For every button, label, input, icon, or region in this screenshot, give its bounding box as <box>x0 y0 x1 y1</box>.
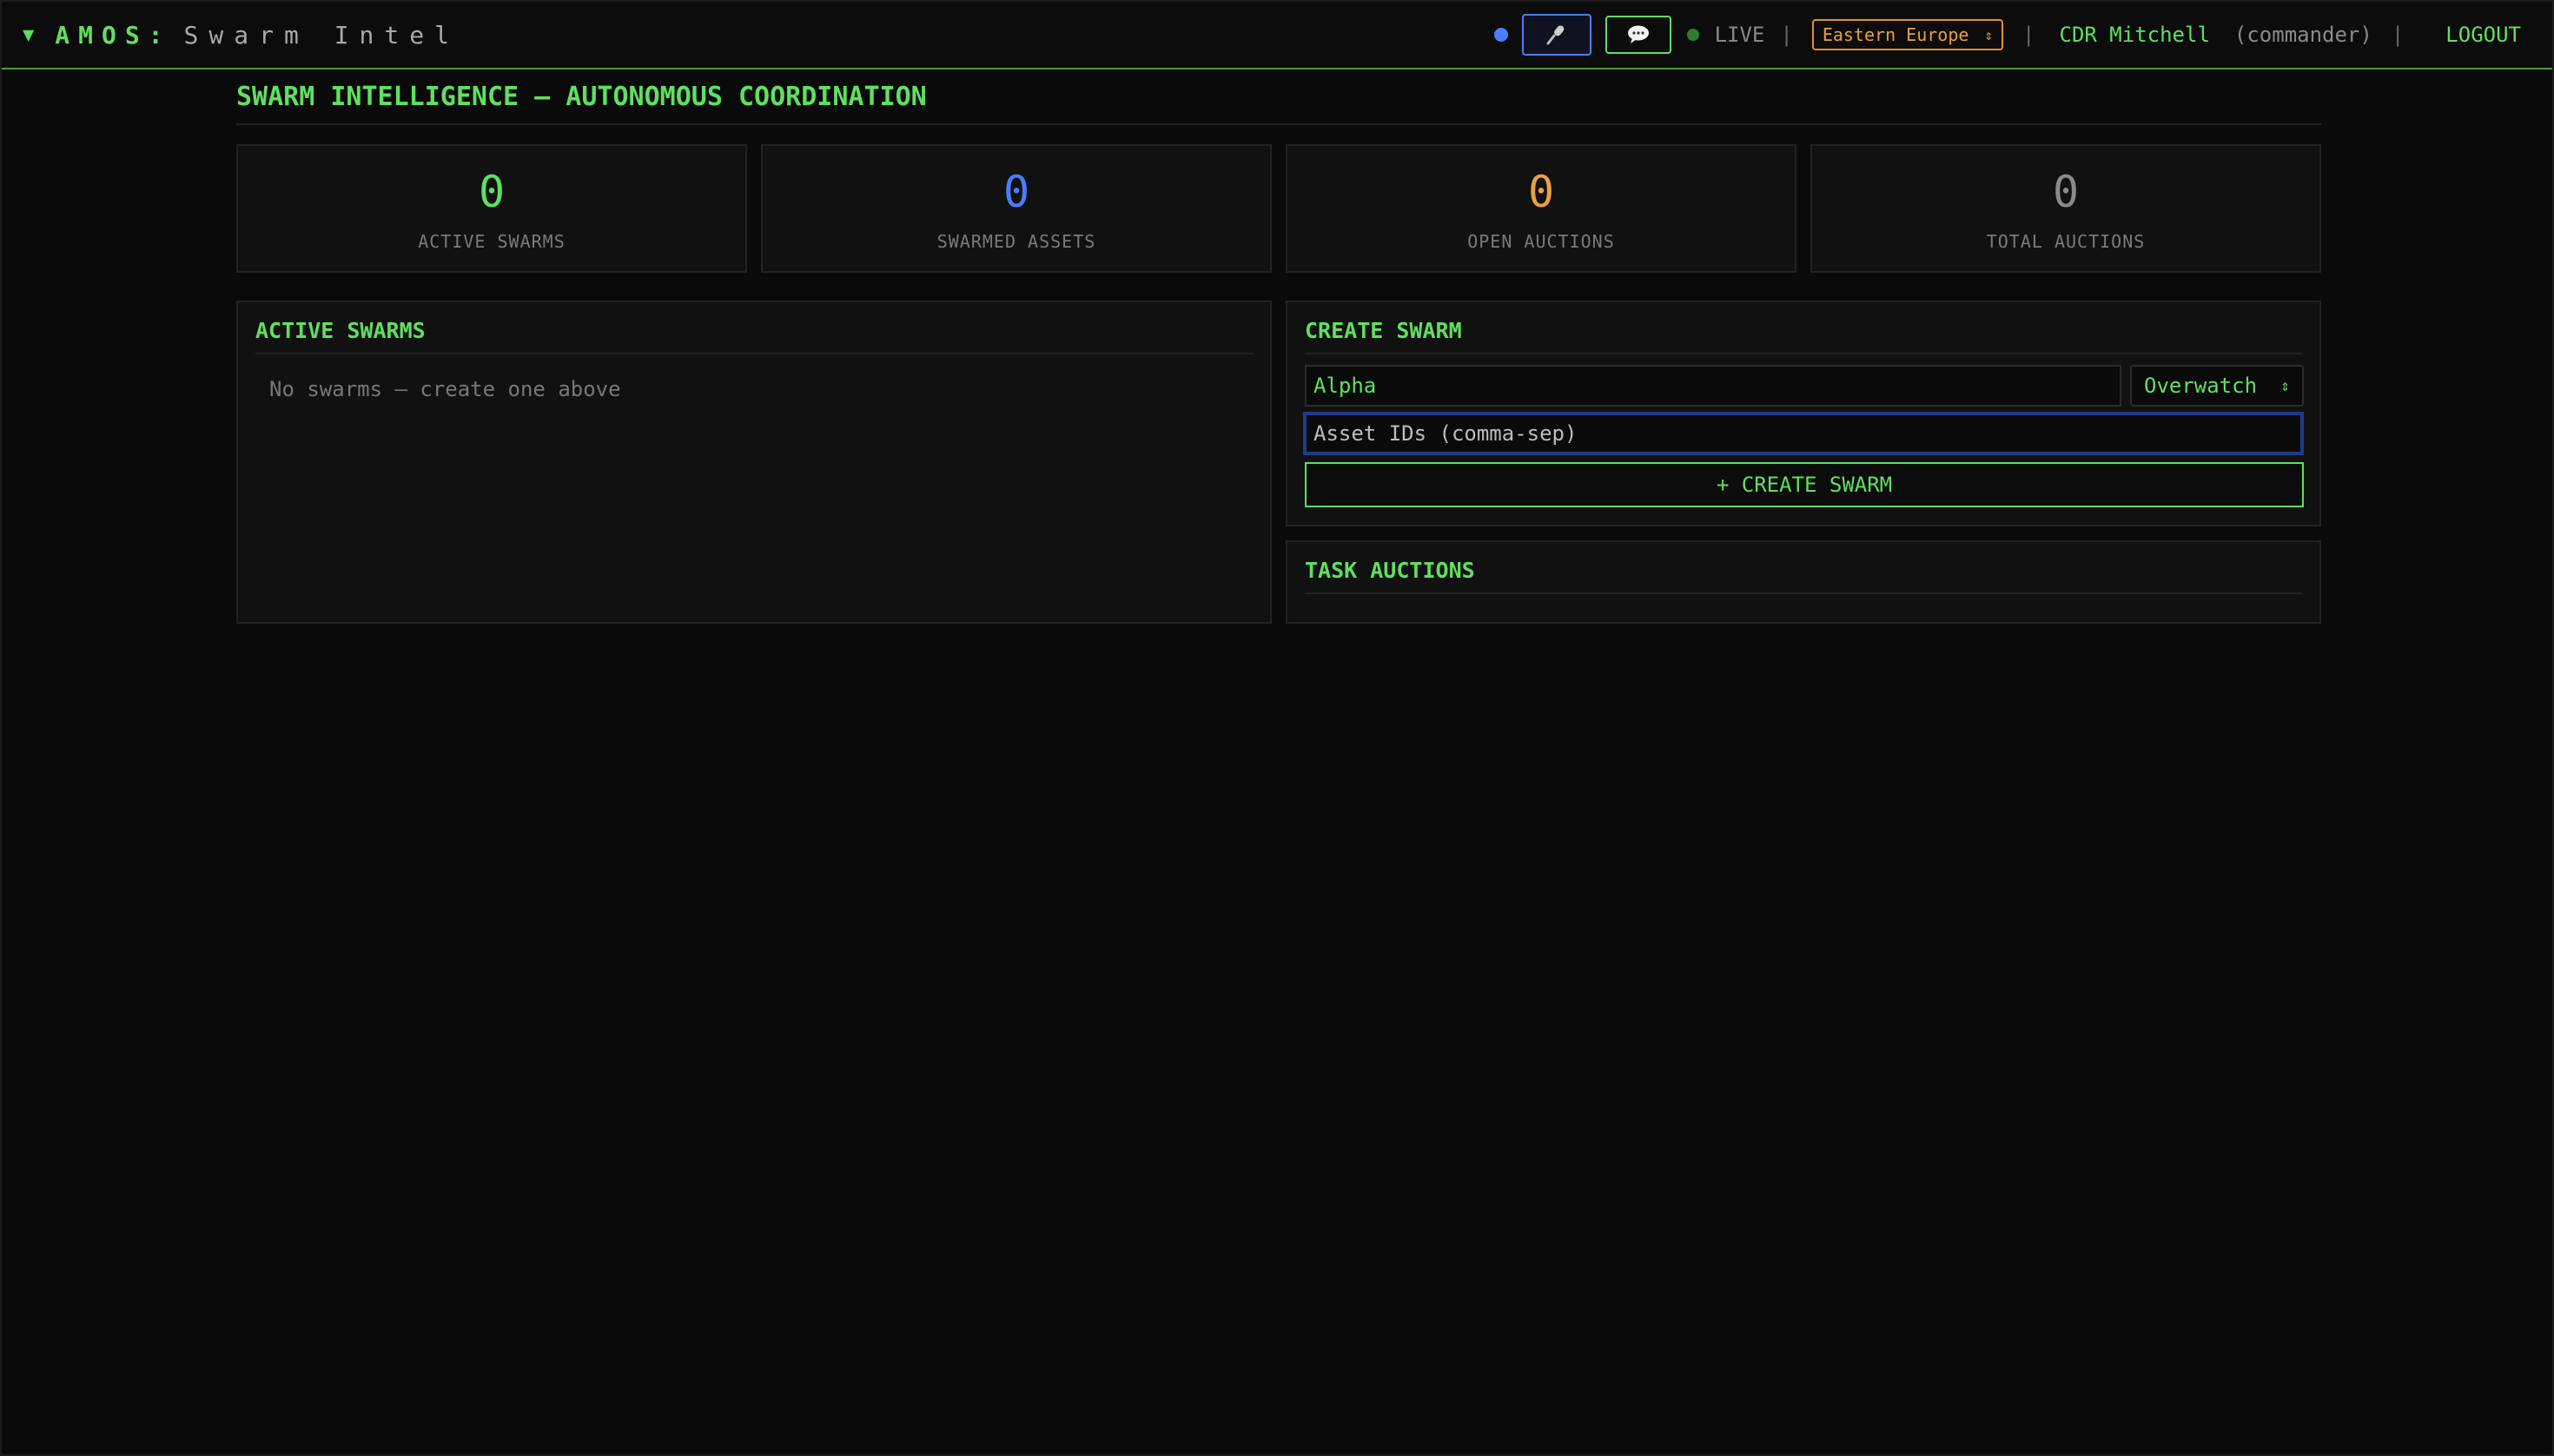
stat-value: 0 <box>1002 167 1030 217</box>
stat-card-total-auctions: 0 TOTAL AUCTIONS <box>1810 144 2321 273</box>
task-auctions-heading: TASK AUCTIONS <box>1305 558 2302 594</box>
create-swarm-heading: CREATE SWARM <box>1305 318 2302 354</box>
separator: | <box>2022 23 2035 47</box>
separator: | <box>2391 23 2405 47</box>
create-swarm-button[interactable]: + CREATE SWARM <box>1305 462 2304 507</box>
stat-label: SWARMED ASSETS <box>936 231 1096 252</box>
select-arrows-icon: ⇕ <box>2280 376 2290 395</box>
brand: ▼ AMOS: Swarm Intel <box>23 21 460 50</box>
live-dot-icon <box>1686 29 1699 41</box>
app-name: AMOS: <box>55 20 172 50</box>
separator: | <box>1780 23 1793 47</box>
microphone-button[interactable] <box>1521 14 1591 56</box>
asset-ids-input[interactable]: Asset IDs (comma-sep) <box>1303 412 2304 455</box>
microphone-icon <box>1546 25 1564 45</box>
task-auctions-panel: TASK AUCTIONS <box>1286 540 2321 624</box>
top-bar-controls: LIVE | Eastern Europe ⇕ | CDR Mitchell (… <box>1493 2 2521 68</box>
user-role: (commander) <box>2233 23 2372 47</box>
stat-value: 0 <box>478 167 506 217</box>
stat-label: ACTIVE SWARMS <box>418 231 566 252</box>
stat-label: OPEN AUCTIONS <box>1467 231 1615 252</box>
stats-row: 0 ACTIVE SWARMS 0 SWARMED ASSETS 0 OPEN … <box>236 144 2321 273</box>
swarm-name-input[interactable]: Alpha <box>1305 365 2121 407</box>
page-title: SWARM INTELLIGENCE — AUTONOMOUS COORDINA… <box>236 82 2321 125</box>
region-value: Eastern Europe <box>1822 24 1969 45</box>
chat-button[interactable] <box>1605 16 1671 54</box>
collapse-caret-icon[interactable]: ▼ <box>23 24 34 46</box>
chat-bubble-icon <box>1627 25 1649 43</box>
status-dot-icon <box>1493 28 1508 42</box>
stat-label: TOTAL AUCTIONS <box>1986 231 2146 252</box>
region-select[interactable]: Eastern Europe ⇕ <box>1811 19 2004 50</box>
stat-card-open-auctions: 0 OPEN AUCTIONS <box>1286 144 1796 273</box>
active-swarms-panel: ACTIVE SWARMS No swarms — create one abo… <box>236 301 1272 624</box>
live-indicator: LIVE <box>1714 23 1765 47</box>
stat-value: 0 <box>2052 167 2080 217</box>
stat-card-active-swarms: 0 ACTIVE SWARMS <box>236 144 747 273</box>
user-name: CDR Mitchell <box>2059 23 2210 47</box>
stat-card-swarmed-assets: 0 SWARMED ASSETS <box>761 144 1272 273</box>
select-arrows-icon: ⇕ <box>1984 26 1994 43</box>
create-swarm-panel: CREATE SWARM Alpha Overwatch ⇕ Asset IDs… <box>1286 301 2321 526</box>
stat-value: 0 <box>1527 167 1555 217</box>
swarm-mode-select[interactable]: Overwatch ⇕ <box>2130 365 2304 407</box>
page-name: Swarm Intel <box>183 20 460 50</box>
active-swarms-heading: ACTIVE SWARMS <box>255 318 1253 354</box>
empty-state-text: No swarms — create one above <box>269 377 621 401</box>
logout-button[interactable]: LOGOUT <box>2445 23 2521 47</box>
swarm-mode-value: Overwatch <box>2144 374 2258 398</box>
top-bar: ▼ AMOS: Swarm Intel LIVE | Eastern Europ… <box>2 2 2552 69</box>
